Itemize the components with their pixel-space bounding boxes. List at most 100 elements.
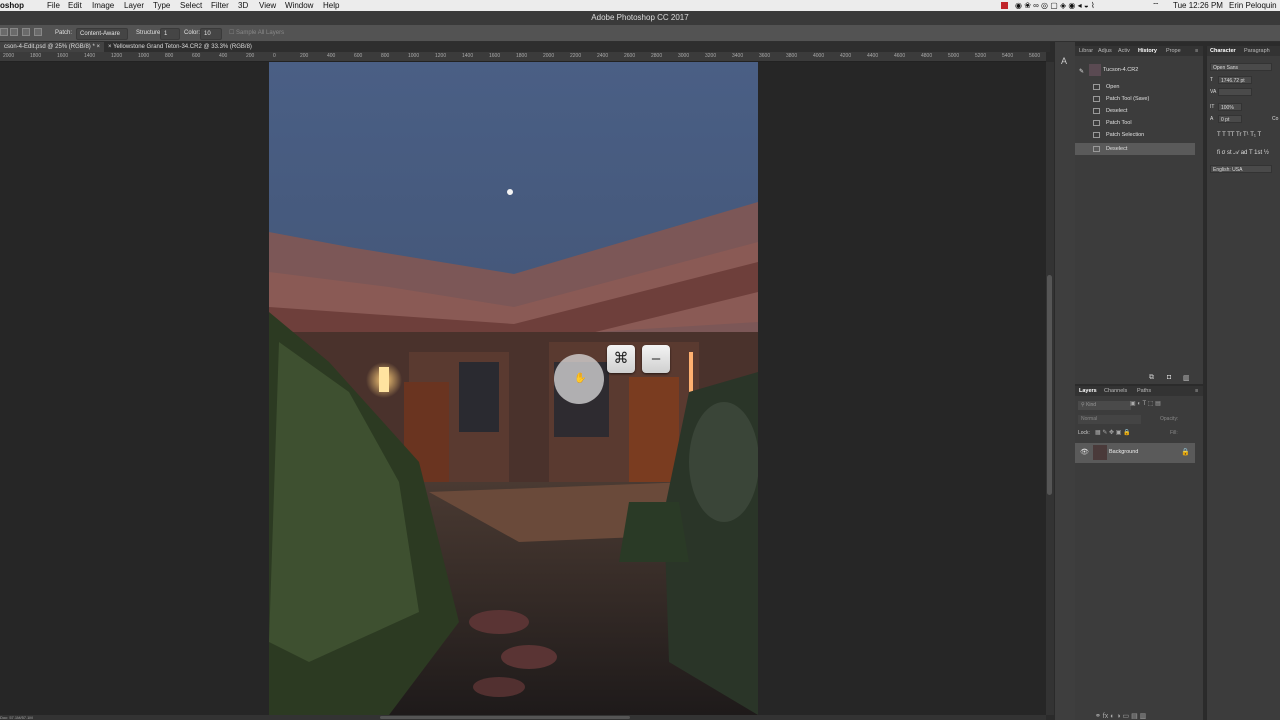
blend-mode-select[interactable]: Normal xyxy=(1078,415,1141,424)
hand-cursor-icon: ✋ xyxy=(574,373,587,384)
tracking-field[interactable] xyxy=(1218,88,1252,96)
history-item-selected[interactable]: Deselect xyxy=(1075,143,1195,155)
opentype-buttons[interactable]: fi σ st 𝒜 ad T 1st ½ xyxy=(1217,150,1269,157)
lock-icons[interactable]: ▦ ✎ ✥ ▣ 🔒 xyxy=(1095,429,1131,436)
ruler-tick-label: 2800 xyxy=(651,53,663,59)
panel-menu-icon[interactable]: ≡ xyxy=(1195,46,1198,56)
sample-all-layers-checkbox[interactable]: ☐ Sample All Layers xyxy=(229,25,284,41)
character-panel-icon[interactable]: A xyxy=(1061,56,1067,66)
character-panel: Character Paragraph Open Sans T 1746.72 … xyxy=(1206,46,1280,720)
ruler-tick-label: 5000 xyxy=(948,53,960,59)
kind-label: Kind xyxy=(1086,402,1097,408)
document-icon xyxy=(1093,108,1100,114)
font-family-select[interactable]: Open Sans xyxy=(1210,63,1272,71)
filter-icons[interactable]: ▣ ◐ T ⬚ ▤ xyxy=(1130,400,1161,407)
layers-panel: Layers Channels Paths ≡ ⚲ Kind ▣ ◐ T ⬚ ▤… xyxy=(1075,386,1203,720)
layer-filter-kind[interactable]: ⚲ Kind xyxy=(1078,401,1131,410)
tab-adjustments[interactable]: Adjus xyxy=(1098,46,1112,56)
history-item-label: Deselect xyxy=(1106,146,1128,152)
ruler-tick-label: 4200 xyxy=(840,53,852,59)
window-title: Adobe Photoshop CC 2017 xyxy=(0,11,1280,26)
character-panel-tabs: Character Paragraph xyxy=(1207,46,1280,56)
history-item[interactable]: Patch Tool (Save) xyxy=(1075,93,1195,105)
vertical-scale-field[interactable]: 100% xyxy=(1218,103,1242,111)
history-snapshot[interactable]: ✎ Tucson-4.CR2 xyxy=(1075,62,1195,78)
menu-3d[interactable]: 3D xyxy=(238,0,248,11)
snapshot-label: Tucson-4.CR2 xyxy=(1103,67,1139,73)
history-item[interactable]: Deselect xyxy=(1075,105,1195,117)
trash-icon[interactable]: ▥ xyxy=(1183,374,1190,382)
history-item[interactable]: Patch Tool xyxy=(1075,117,1195,129)
close-icon[interactable]: × xyxy=(108,44,112,50)
tab-paragraph[interactable]: Paragraph xyxy=(1244,46,1270,56)
patch-select[interactable]: Content-Aware xyxy=(76,28,128,40)
history-item[interactable]: Open xyxy=(1075,81,1195,93)
ruler-tick-label: 2000 xyxy=(543,53,555,59)
menu-image[interactable]: Image xyxy=(92,0,114,11)
document-icon xyxy=(1093,146,1100,152)
ruler-tick-label: 5600 xyxy=(1029,53,1041,59)
new-selection-icon[interactable] xyxy=(0,28,8,36)
tab-channels[interactable]: Channels xyxy=(1104,386,1127,396)
ruler-tick-label: 0 xyxy=(273,53,276,59)
menu-help[interactable]: Help xyxy=(323,0,339,11)
close-icon[interactable]: × xyxy=(96,44,100,50)
layer-footer-icons[interactable]: ⚭ fx ◐ ◑ ▭ ▤ ▥ xyxy=(1095,712,1146,720)
ruler-tick-label: 4400 xyxy=(867,53,879,59)
add-selection-icon[interactable] xyxy=(10,28,18,36)
baseline-shift-icon: A xyxy=(1210,116,1214,122)
document-image[interactable] xyxy=(269,62,758,715)
baseline-shift-field[interactable]: 0 pt xyxy=(1218,115,1242,123)
clock[interactable]: Tue 12:26 PM xyxy=(1173,0,1223,11)
ruler-tick-label: 800 xyxy=(165,53,174,59)
menu-filter[interactable]: Filter xyxy=(211,0,229,11)
search-icon: ⚲ xyxy=(1081,402,1085,408)
camera-icon[interactable]: ◘ xyxy=(1167,374,1171,381)
font-size-field[interactable]: 1746.72 pt xyxy=(1218,76,1252,84)
language-select[interactable]: English: USA xyxy=(1210,165,1272,173)
tab-character[interactable]: Character xyxy=(1210,46,1236,56)
ruler-tick-label: 4600 xyxy=(894,53,906,59)
new-document-from-state-icon[interactable]: ⧉ xyxy=(1149,374,1154,382)
cursor-highlight: ✋ xyxy=(554,354,604,404)
tab-actions[interactable]: Activ xyxy=(1118,46,1130,56)
tab-yellowstone[interactable]: × Yellowstone Grand Teton-34.CR2 @ 33.3%… xyxy=(104,42,256,52)
menu-window[interactable]: Window xyxy=(285,0,313,11)
vertical-scroll-thumb[interactable] xyxy=(1047,275,1052,495)
tab-layers[interactable]: Layers xyxy=(1079,386,1097,396)
color-select[interactable]: 10 xyxy=(200,28,222,40)
ruler-tick-label: 3000 xyxy=(678,53,690,59)
minus-key-overlay: – xyxy=(642,345,670,373)
menu-layer[interactable]: Layer xyxy=(124,0,144,11)
menu-file[interactable]: File xyxy=(47,0,60,11)
tab-paths[interactable]: Paths xyxy=(1137,386,1151,396)
menu-view[interactable]: View xyxy=(259,0,276,11)
ruler-tick-label: 4800 xyxy=(921,53,933,59)
panel-menu-icon[interactable]: ≡ xyxy=(1195,386,1198,396)
wifi-icon[interactable]: ⌔ xyxy=(1152,0,1160,11)
tab-properties[interactable]: Prope xyxy=(1166,46,1181,56)
text-style-buttons[interactable]: T T TT Tr T¹ T₁ T xyxy=(1217,132,1261,138)
tab-libraries[interactable]: Librar xyxy=(1079,46,1093,56)
history-item-label: Patch Tool xyxy=(1106,120,1132,126)
user-name[interactable]: Erin Peloquin xyxy=(1229,0,1277,11)
lock-icon: 🔒 xyxy=(1181,449,1190,456)
document-tabs: cson-4-Edit.psd @ 25% (RGB/8) * × × Yell… xyxy=(0,42,1050,52)
tab-tucson[interactable]: cson-4-Edit.psd @ 25% (RGB/8) * × xyxy=(0,42,104,52)
layer-row[interactable]: 👁 Background 🔒 xyxy=(1075,443,1195,463)
record-icon[interactable] xyxy=(1001,2,1008,9)
intersect-selection-icon[interactable] xyxy=(34,28,42,36)
menu-type[interactable]: Type xyxy=(153,0,170,11)
eye-icon[interactable]: 👁 xyxy=(1080,448,1089,456)
horizontal-scroll-thumb[interactable] xyxy=(380,716,630,719)
layer-name: Background xyxy=(1109,449,1139,455)
history-item[interactable]: Patch Selection xyxy=(1075,129,1195,141)
ruler-tick-label: 2000 xyxy=(3,53,15,59)
menu-select[interactable]: Select xyxy=(180,0,202,11)
history-item-label: Deselect xyxy=(1106,108,1128,114)
ruler-tick-label: 1200 xyxy=(435,53,447,59)
menu-edit[interactable]: Edit xyxy=(68,0,82,11)
subtract-selection-icon[interactable] xyxy=(22,28,30,36)
structure-select[interactable]: 1 xyxy=(160,28,180,40)
tab-history[interactable]: History xyxy=(1138,46,1157,56)
